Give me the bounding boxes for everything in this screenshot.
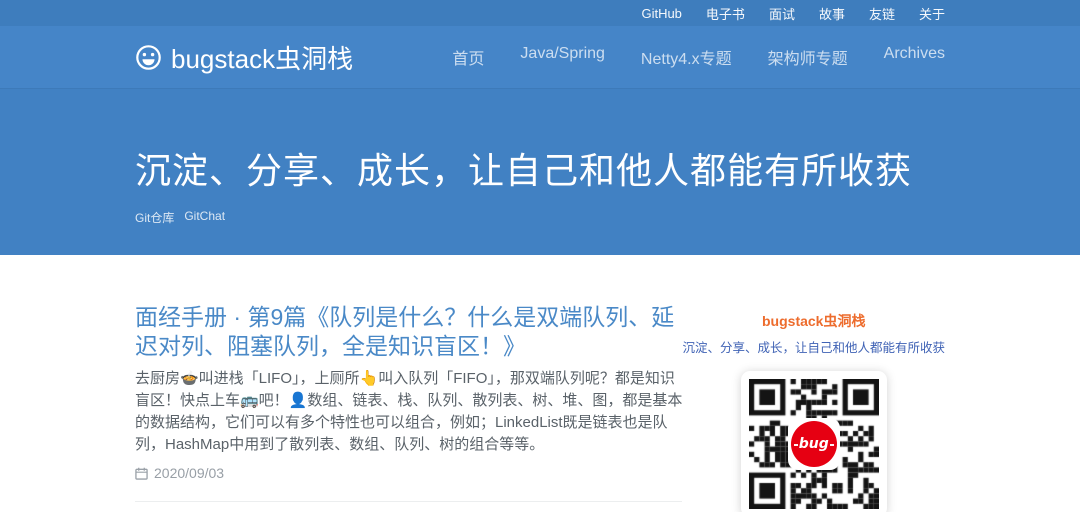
wechat-qr-code: bug — [741, 371, 887, 512]
topbar-link-github[interactable]: GitHub — [641, 6, 681, 21]
article-list: 面经手册 · 第9篇《队列是什么？什么是双端队列、延迟对列、阻塞队列，全是知识盲… — [135, 255, 682, 502]
hero-banner: 沉淀、分享、成长，让自己和他人都能有所收获 Git仓库 GitChat — [0, 88, 1080, 255]
sidebar: bugstack虫洞栈 沉淀、分享、成长，让自己和他人都能有所收获 bug — [682, 255, 945, 512]
calendar-icon — [135, 467, 148, 480]
hero-heading: 沉淀、分享、成长，让自己和他人都能有所收获 — [135, 149, 945, 192]
nav-item-netty[interactable]: Netty4.x专题 — [641, 45, 732, 69]
main-nav: 首页 Java/Spring Netty4.x专题 架构师专题 Archives — [452, 45, 945, 69]
article-title-link[interactable]: 面经手册 · 第9篇《队列是什么？什么是双端队列、延迟对列、阻塞队列，全是知识盲… — [135, 303, 682, 361]
hero-link-gitchat[interactable]: GitChat — [184, 209, 225, 226]
article-excerpt: 去厨房🍲叫进栈「LIFO」，上厕所👆叫入队列「FIFO」，那双端队列呢？都是知识… — [135, 368, 682, 456]
qr-center-logo: bug — [788, 418, 840, 470]
topbar-link-interview[interactable]: 面试 — [769, 4, 795, 23]
site-logo-text: bugstack虫洞栈 — [171, 39, 353, 76]
site-logo[interactable]: bugstack虫洞栈 — [135, 39, 353, 76]
topbar-link-story[interactable]: 故事 — [819, 4, 845, 23]
sidebar-title: bugstack虫洞栈 — [762, 311, 865, 331]
nav-item-architect[interactable]: 架构师专题 — [768, 45, 848, 69]
qr-logo-label: bug — [798, 436, 830, 452]
article-date: 2020/09/03 — [154, 465, 224, 481]
topbar-link-friends[interactable]: 友链 — [869, 4, 895, 23]
top-utility-bar: GitHub 电子书 面试 故事 友链 关于 — [0, 0, 1080, 26]
article-divider — [135, 501, 682, 502]
article-date-row: 2020/09/03 — [135, 465, 682, 481]
sidebar-tagline: 沉淀、分享、成长，让自己和他人都能有所收获 — [682, 337, 945, 356]
nav-item-archives[interactable]: Archives — [884, 45, 945, 69]
topbar-link-about[interactable]: 关于 — [919, 4, 945, 23]
nav-item-home[interactable]: 首页 — [452, 45, 484, 69]
hero-link-git-repo[interactable]: Git仓库 — [135, 209, 174, 226]
nav-item-java-spring[interactable]: Java/Spring — [520, 45, 605, 69]
main-content: 面经手册 · 第9篇《队列是什么？什么是双端队列、延迟对列、阻塞队列，全是知识盲… — [135, 255, 945, 512]
topbar-link-ebook[interactable]: 电子书 — [706, 4, 745, 23]
main-navbar: bugstack虫洞栈 首页 Java/Spring Netty4.x专题 架构… — [0, 26, 1080, 88]
smiley-icon — [135, 44, 162, 71]
